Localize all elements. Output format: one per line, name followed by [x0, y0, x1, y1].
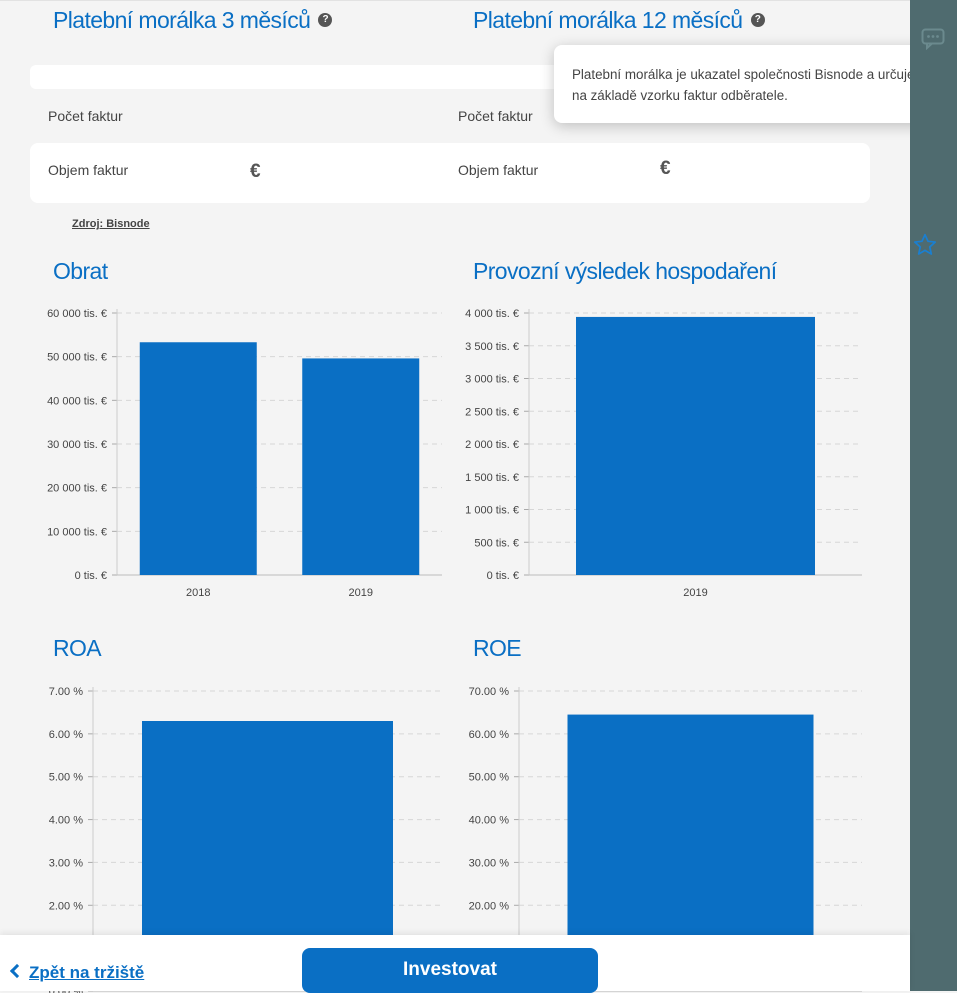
- y-tick-label: 30 000 tis. €: [47, 439, 107, 451]
- y-tick-label: 70.00 %: [469, 686, 510, 698]
- moralka-3-title: Platební morálka 3 měsíců?: [53, 7, 333, 34]
- y-tick-label: 2 000 tis. €: [465, 439, 519, 451]
- x-tick-label: 2019: [349, 587, 373, 599]
- y-tick-label: 3 000 tis. €: [465, 374, 519, 386]
- y-tick-label: 3.00 %: [49, 857, 83, 869]
- chat-icon[interactable]: [921, 28, 945, 55]
- chevron-left-icon: [9, 963, 25, 979]
- y-tick-label: 50 000 tis. €: [47, 352, 107, 364]
- main-content: Platební morálka 3 měsíců? Platební morá…: [0, 0, 954, 993]
- source-link[interactable]: Zdroj: Bisnode: [72, 218, 150, 230]
- y-tick-label: 5.00 %: [49, 772, 83, 784]
- chart-title-provozni: Provozní výsledek hospodaření: [473, 258, 777, 284]
- bar: [576, 316, 815, 575]
- x-tick-label: 2018: [186, 587, 210, 599]
- bar: [302, 358, 420, 575]
- volume-currency-3: €: [250, 161, 261, 182]
- y-tick-label: 60 000 tis. €: [47, 308, 107, 320]
- invest-button[interactable]: Investovat: [302, 948, 598, 993]
- help-icon[interactable]: ?: [318, 12, 333, 27]
- y-tick-label: 2.00 %: [49, 900, 83, 912]
- back-label: Zpět na tržiště: [29, 963, 145, 982]
- bar: [139, 342, 257, 575]
- y-tick-label: 500 tis. €: [474, 537, 519, 549]
- y-tick-label: 20 000 tis. €: [47, 483, 107, 495]
- y-tick-label: 3 500 tis. €: [465, 341, 519, 353]
- chart-obrat: 0 tis. € 10 000 tis. € 20 000 tis. € 30 000…: [47, 308, 442, 599]
- y-tick-label: 0 tis. €: [75, 570, 107, 582]
- back-to-market-link[interactable]: Zpět na tržiště: [9, 963, 145, 983]
- y-tick-label: 6.00 %: [49, 729, 83, 741]
- y-tick-label: 4.00 %: [49, 815, 83, 827]
- y-tick-label: 4 000 tis. €: [465, 308, 519, 320]
- moralka-12-title: Platební morálka 12 měsíců?: [473, 7, 765, 34]
- y-tick-label: 2 500 tis. €: [465, 406, 519, 418]
- moralka-tooltip: Platební morálka je ukazatel společnosti…: [554, 45, 954, 123]
- y-tick-label: 1 000 tis. €: [465, 505, 519, 517]
- chart-roe: 0.00 %10.00 %20.00 %30.00 %40.00 %50.00 …: [469, 686, 862, 993]
- y-tick-label: 30.00 %: [469, 857, 510, 869]
- y-tick-label: 40 000 tis. €: [47, 395, 107, 407]
- y-tick-label: 1 500 tis. €: [465, 472, 519, 484]
- x-tick-label: 2019: [683, 587, 707, 599]
- right-sidebar: [910, 0, 957, 991]
- y-tick-label: 10 000 tis. €: [47, 526, 107, 538]
- y-tick-label: 50.00 %: [469, 772, 510, 784]
- y-tick-label: 60.00 %: [469, 729, 510, 741]
- y-tick-label: 7.00 %: [49, 686, 83, 698]
- chart-title-obrat: Obrat: [53, 258, 108, 284]
- chart-title-roa: ROA: [53, 635, 102, 661]
- count-label-3: Počet faktur: [48, 108, 123, 124]
- y-tick-label: 40.00 %: [469, 815, 510, 827]
- moralka-12-title-text: Platební morálka 12 měsíců: [473, 7, 743, 33]
- star-icon[interactable]: [912, 232, 938, 263]
- chart-title-roe: ROE: [473, 635, 522, 661]
- y-tick-label: 20.00 %: [469, 900, 510, 912]
- chart-provozni: 0 tis. € 500 tis. € 1 000 tis. € 1 500 tis.…: [465, 308, 862, 599]
- volume-row: [30, 143, 870, 203]
- moralka-3-title-text: Platební morálka 3 měsíců: [53, 7, 311, 33]
- volume-currency-12: €: [660, 158, 671, 179]
- moralka-bar-strip: [30, 65, 570, 89]
- volume-label-3: Objem faktur: [48, 162, 129, 178]
- help-icon[interactable]: ?: [750, 12, 765, 27]
- count-label-12: Počet faktur: [458, 108, 533, 124]
- chart-roa: 0.00 %1.00 %2.00 %3.00 %4.00 %5.00 %6.00…: [49, 686, 442, 993]
- y-tick-label: 0 tis. €: [487, 570, 519, 582]
- volume-label-12: Objem faktur: [458, 162, 539, 178]
